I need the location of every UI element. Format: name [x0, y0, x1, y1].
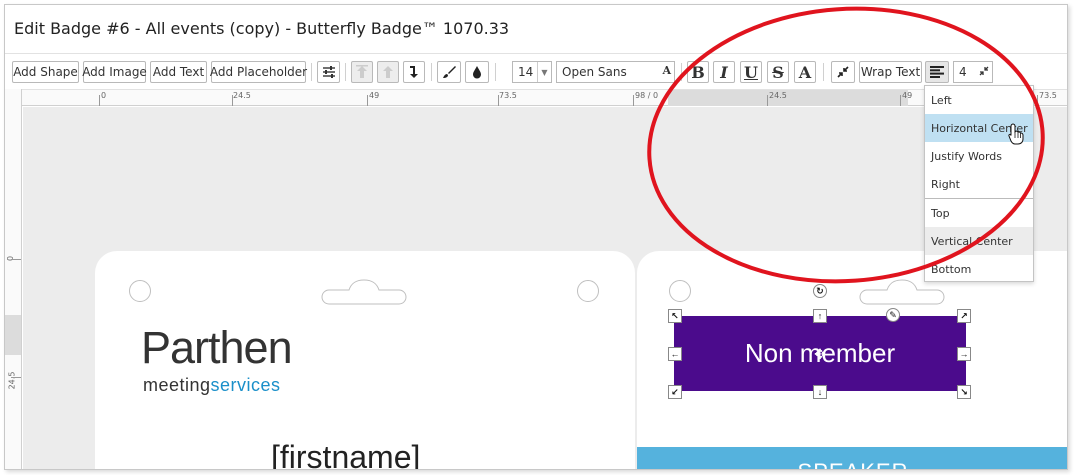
bring-to-front-icon[interactable]: [351, 61, 373, 83]
punch-hole: [669, 280, 691, 302]
vertical-ruler: 0 24.5: [5, 89, 22, 469]
ruler-label: 24.5: [7, 371, 17, 390]
rotate-icon[interactable]: ↻: [813, 284, 827, 298]
sliders-icon[interactable]: [317, 61, 340, 83]
align-vertical-center-option[interactable]: Vertical Center: [925, 227, 1033, 255]
align-left-icon[interactable]: [925, 61, 949, 83]
line-spacing-input[interactable]: 4: [953, 61, 993, 83]
line-spacing-value: 4: [959, 65, 967, 79]
badge-canvas[interactable]: Parthen meetingservices [firstname] Non …: [23, 107, 1067, 469]
ruler-label: 0: [101, 91, 107, 100]
add-placeholder-button[interactable]: Add Placeholder: [210, 61, 307, 83]
ruler-tick: [367, 95, 368, 106]
italic-button[interactable]: I: [713, 61, 735, 83]
font-family-value: Open Sans: [562, 65, 627, 79]
font-color-button[interactable]: A: [794, 61, 816, 83]
resize-handle-w[interactable]: ←: [668, 347, 682, 361]
ruler-label: 73.5: [1039, 91, 1057, 100]
align-top-option[interactable]: Top: [925, 199, 1033, 227]
toolbar-divider: [311, 63, 312, 81]
bold-button[interactable]: B: [687, 61, 709, 83]
hand-cursor-icon: [1008, 123, 1024, 145]
ruler-label: 49: [369, 91, 380, 100]
ruler-tick: [232, 95, 233, 106]
ruler-tick: [498, 95, 499, 106]
move-down-icon[interactable]: [403, 61, 425, 83]
ruler-label: 24.5: [769, 91, 787, 100]
toolbar: Add Shape Add Image Add Text Add Placeho…: [5, 57, 1067, 87]
shrink-icon[interactable]: [831, 61, 855, 83]
toolbar-divider: [431, 63, 432, 81]
resize-handle-n[interactable]: ↑: [813, 309, 827, 323]
wrap-text-button[interactable]: Wrap Text: [859, 61, 922, 83]
ruler-tick: [1037, 95, 1038, 106]
add-shape-button[interactable]: Add Shape: [12, 61, 79, 83]
ruler-tick: [11, 377, 21, 378]
logo-subtitle-meeting: meeting: [143, 375, 211, 395]
brush-icon[interactable]: [437, 61, 461, 83]
resize-handle-se[interactable]: ↘: [957, 385, 971, 399]
align-left-option[interactable]: Left: [925, 86, 1033, 114]
title-divider: [5, 53, 1067, 54]
badge-front[interactable]: Parthen meetingservices [firstname]: [95, 251, 635, 469]
ruler-tick: [767, 95, 768, 106]
resize-handle-ne[interactable]: ↗: [957, 309, 971, 323]
toolbar-divider: [823, 63, 824, 81]
horizontal-ruler: 0 24.5 49 73.5 98 / 0 24.5 49 73.5: [22, 89, 1067, 106]
ruler-label: 73.5: [499, 91, 517, 100]
ruler-tick: [11, 259, 21, 260]
ruler-highlight: [668, 90, 908, 106]
alignment-dropdown: Left Horizontal Center Justify Words Rig…: [924, 85, 1034, 282]
font-icon: A: [662, 64, 671, 77]
logo-subtitle: meetingservices: [143, 375, 281, 396]
toolbar-divider: [345, 63, 346, 81]
resize-handle-nw[interactable]: ↖: [668, 309, 682, 323]
ruler-label: 49: [902, 91, 913, 100]
align-bottom-option[interactable]: Bottom: [925, 255, 1033, 283]
underline-button[interactable]: U: [740, 61, 762, 83]
ruler-highlight: [5, 315, 21, 355]
firstname-placeholder[interactable]: [firstname]: [271, 439, 420, 469]
strikethrough-button[interactable]: S: [767, 61, 789, 83]
ruler-label: 98 / 0: [635, 91, 659, 100]
lanyard-slot: [321, 279, 407, 305]
ruler-tick: [900, 95, 901, 106]
add-text-button[interactable]: Add Text: [150, 61, 207, 83]
move-icon[interactable]: ✥: [813, 346, 827, 362]
logo-subtitle-services: services: [210, 375, 281, 395]
font-family-select[interactable]: Open Sans A: [556, 61, 675, 83]
chevron-down-icon: ▼: [537, 62, 551, 82]
font-size-select[interactable]: 14 ▼: [512, 61, 552, 83]
punch-hole: [129, 280, 151, 302]
badge-back[interactable]: Non member ↖ ↑ ↗ ← → ↙ ↓ ↘ ↻ ✎ ✥ SPEAKER: [637, 251, 1067, 469]
ruler-label: 24.5: [233, 91, 251, 100]
toolbar-divider: [681, 63, 682, 81]
window-title: Edit Badge #6 - All events (copy) - Butt…: [14, 19, 510, 38]
font-size-value: 14: [518, 65, 534, 79]
move-up-icon[interactable]: [377, 61, 399, 83]
edit-pencil-icon[interactable]: ✎: [886, 308, 900, 322]
speaker-banner[interactable]: SPEAKER: [637, 447, 1067, 469]
resize-handle-e[interactable]: →: [957, 347, 971, 361]
resize-icon: [979, 65, 989, 79]
toolbar-divider: [495, 63, 496, 81]
fill-color-icon[interactable]: [465, 61, 489, 83]
align-right-option[interactable]: Right: [925, 170, 1033, 198]
punch-hole: [577, 280, 599, 302]
add-image-button[interactable]: Add Image: [82, 61, 147, 83]
editor-window: Edit Badge #6 - All events (copy) - Butt…: [4, 4, 1068, 470]
ruler-tick: [99, 95, 100, 106]
justify-words-option[interactable]: Justify Words: [925, 142, 1033, 170]
resize-handle-s[interactable]: ↓: [813, 385, 827, 399]
logo-wordmark: Parthen: [141, 322, 293, 373]
ruler-tick: [633, 95, 634, 106]
resize-handle-sw[interactable]: ↙: [668, 385, 682, 399]
